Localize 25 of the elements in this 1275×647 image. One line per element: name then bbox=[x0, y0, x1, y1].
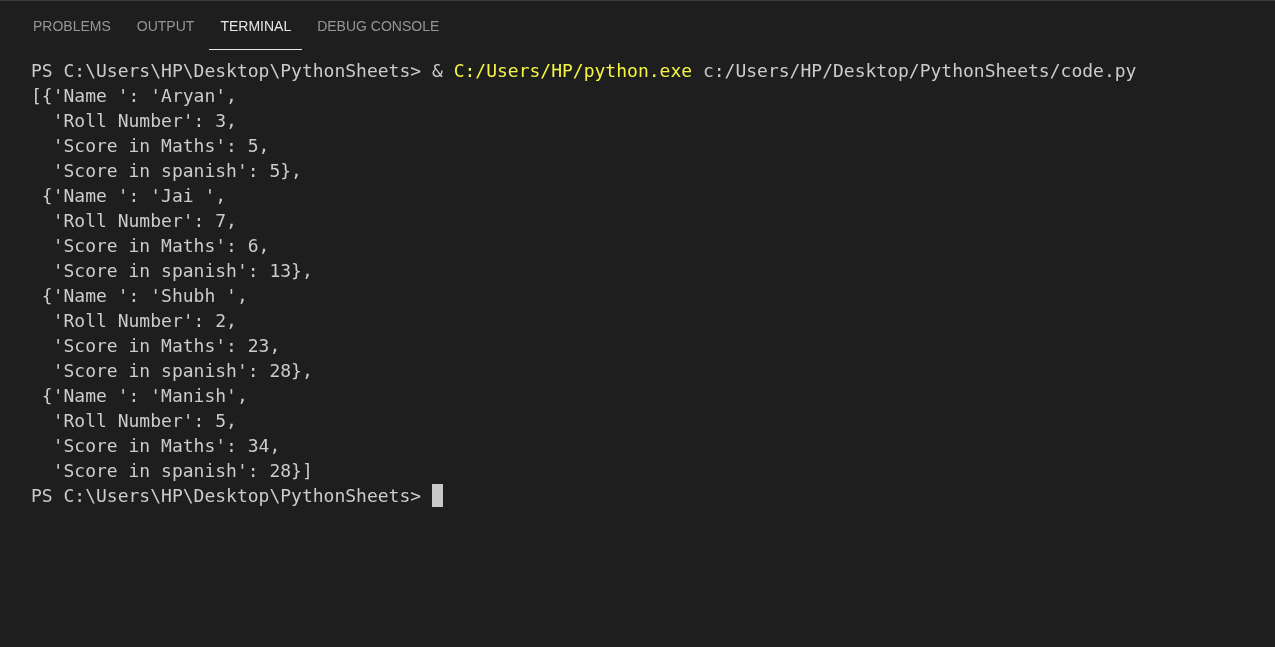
output-line: 'Roll Number': 3, bbox=[51, 110, 237, 131]
panel-tab[interactable]: TERMINAL bbox=[209, 1, 303, 50]
output-line: 'Score in spanish': 13}, bbox=[51, 260, 313, 281]
output-line: 'Score in Maths': 34, bbox=[51, 435, 281, 456]
command-argument: c:/Users/HP/Desktop/PythonSheets/code.py bbox=[702, 60, 1137, 81]
output-line: 'Roll Number': 2, bbox=[51, 310, 237, 331]
prompt-text: PS C:\Users\HP\Desktop\PythonSheets> bbox=[31, 485, 422, 506]
output-line: {'Name ': 'Manish', bbox=[40, 385, 248, 406]
output-line: 'Roll Number': 5, bbox=[51, 410, 237, 431]
output-line: 'Score in spanish': 28}] bbox=[51, 460, 313, 481]
panel-tab[interactable]: PROBLEMS bbox=[22, 1, 122, 50]
output-line: 'Roll Number': 7, bbox=[51, 210, 237, 231]
panel-tab[interactable]: OUTPUT bbox=[125, 1, 206, 50]
prompt-text: PS C:\Users\HP\Desktop\PythonSheets> & bbox=[31, 60, 443, 81]
output-line: 'Score in spanish': 5}, bbox=[51, 160, 302, 181]
output-line: [{'Name ': 'Aryan', bbox=[31, 85, 237, 106]
panel-tab[interactable]: DEBUG CONSOLE bbox=[306, 1, 451, 50]
text-cursor bbox=[432, 484, 443, 507]
output-line: 'Score in Maths': 23, bbox=[51, 335, 281, 356]
output-line: {'Name ': 'Shubh ', bbox=[40, 285, 248, 306]
output-line: {'Name ': 'Jai ', bbox=[40, 185, 227, 206]
command-path: C:/Users/HP/python.exe bbox=[453, 60, 693, 81]
output-line: 'Score in Maths': 6, bbox=[51, 235, 270, 256]
output-line: 'Score in spanish': 28}, bbox=[51, 360, 313, 381]
output-line: 'Score in Maths': 5, bbox=[51, 135, 270, 156]
